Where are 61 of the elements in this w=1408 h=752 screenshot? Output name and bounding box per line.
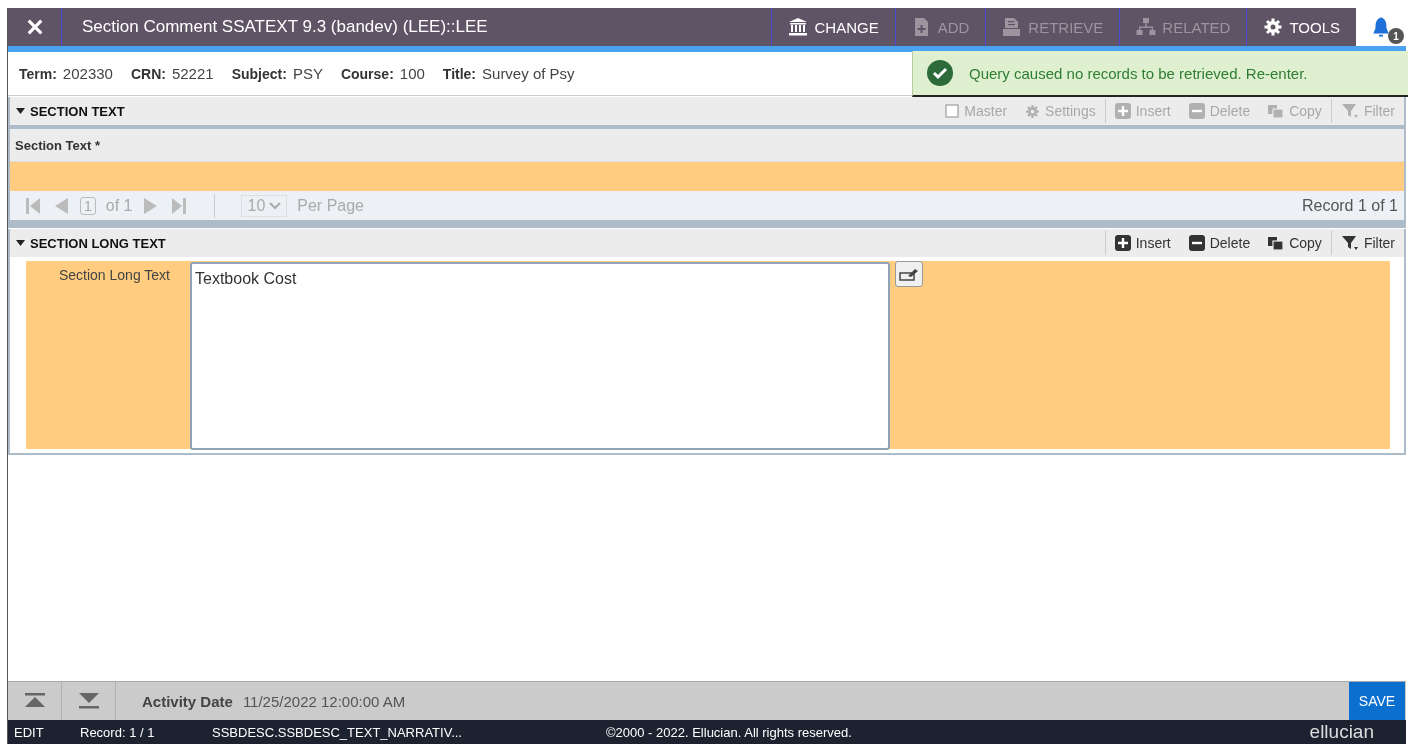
- plus-icon: [1114, 235, 1131, 251]
- minus-icon: [1188, 235, 1205, 251]
- per-page-label: Per Page: [297, 196, 364, 215]
- toast-message: Query caused no records to be retrieved. Re-enter.: [969, 64, 1308, 82]
- bank-icon: [788, 17, 809, 37]
- section-title[interactable]: SECTION LONG TEXT: [30, 235, 166, 251]
- notification-button[interactable]: 1: [1356, 8, 1406, 46]
- hierarchy-icon: [1136, 17, 1157, 37]
- caret-icon: [16, 108, 25, 114]
- document-icon: [1002, 17, 1023, 37]
- gear-icon: [1025, 103, 1041, 119]
- filter-icon: [1340, 103, 1359, 119]
- copy-icon: [1268, 103, 1285, 119]
- logo-text: ellucian: [1309, 721, 1374, 743]
- first-page-icon: [24, 195, 42, 216]
- field-label: Course:: [340, 65, 394, 82]
- page-count: of 1: [105, 196, 133, 215]
- column-header: Section Text *: [10, 129, 1404, 162]
- copyright-text: ©2000 - 2022. Ellucian. All rights reserved.: [606, 724, 852, 740]
- pencil-icon: [899, 267, 919, 281]
- status-mode: EDIT: [14, 724, 45, 740]
- activity-date-label: Activity Date: [142, 692, 233, 710]
- arrow-down-icon: [78, 693, 99, 709]
- gear-icon: [1263, 17, 1284, 37]
- field-label: CRN:: [130, 65, 166, 82]
- record-count: Record 1 of 1: [1301, 196, 1398, 215]
- save-button[interactable]: SAVE: [1349, 682, 1405, 720]
- last-page-icon: [170, 195, 189, 216]
- field-value: 100: [399, 65, 425, 82]
- notification-badge: 1: [1388, 28, 1404, 44]
- plus-icon: [1114, 103, 1131, 119]
- field-label: Title:: [442, 65, 477, 82]
- field-label: Term:: [19, 65, 57, 82]
- arrow-up-icon: [24, 693, 45, 709]
- field-value: 52221: [171, 65, 214, 82]
- last-page-button[interactable]: [170, 195, 189, 216]
- status-field: SSBDESC.SSBDESC_TEXT_NARRATIV...: [212, 724, 606, 740]
- toolbar-button[interactable]: Insert: [1104, 231, 1180, 255]
- status-record: Record: 1 / 1: [80, 724, 156, 740]
- first-page-button[interactable]: [24, 195, 42, 216]
- close-icon: [25, 18, 44, 36]
- toolbar-button[interactable]: Copy: [1259, 231, 1331, 255]
- chevron-down-icon: [269, 201, 282, 210]
- minus-icon: [1188, 103, 1205, 119]
- field-label: Subject:: [231, 65, 287, 82]
- copy-icon: [1268, 235, 1285, 251]
- section-title[interactable]: SECTION TEXT: [30, 103, 125, 119]
- text-area[interactable]: Textbook Cost: [190, 262, 890, 450]
- caret-icon: [16, 240, 25, 246]
- field-value: Survey of Psy: [482, 65, 575, 82]
- field-value: PSY: [292, 65, 323, 82]
- toolbar-button[interactable]: Filter: [1330, 231, 1404, 255]
- field-label: Section Long Text: [57, 266, 171, 283]
- window-title: Section Comment SSATEXT 9.3 (bandev) (LEE)::LEE: [81, 16, 489, 38]
- table-row[interactable]: [10, 162, 1404, 191]
- toolbar-button[interactable]: Delete: [1179, 231, 1260, 255]
- check-circle-icon: [927, 60, 953, 86]
- activity-date-value: 11/25/2022 12:00:00 AM: [242, 692, 406, 710]
- filter-icon: [1340, 235, 1359, 251]
- field-value: 202330: [62, 65, 113, 82]
- edit-button[interactable]: [895, 261, 923, 287]
